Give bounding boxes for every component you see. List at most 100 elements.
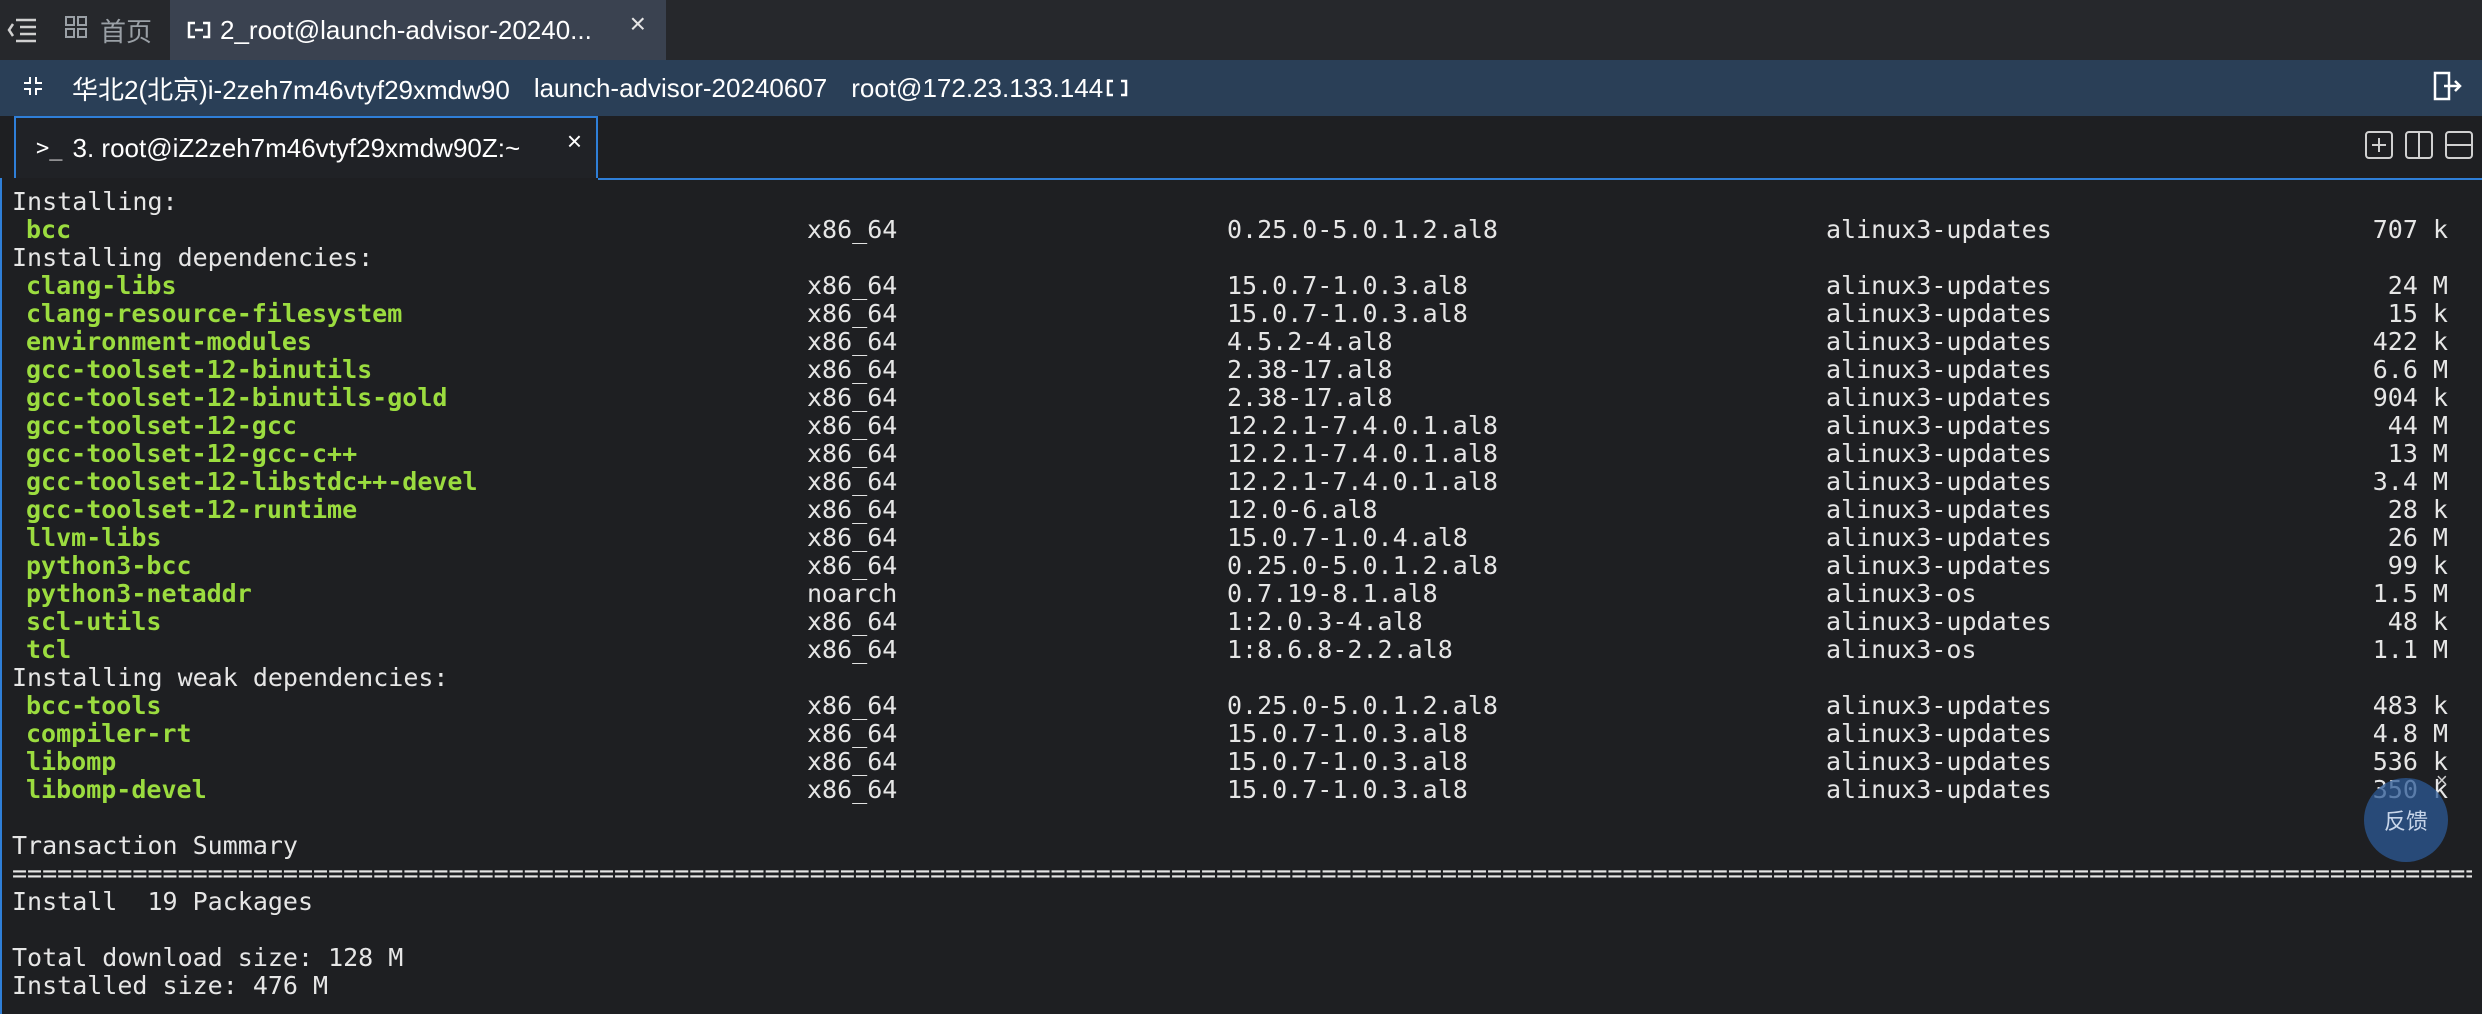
package-name: tcl	[26, 635, 72, 664]
package-row: gcc-toolset-12-gcc-c++ x86_64 12.2.1-7.4.0…	[12, 440, 2472, 468]
package-row: compiler-rt x86_64 15.0.7-1.0.3.al8 alinux3…	[12, 720, 2472, 748]
terminal-left-border	[0, 178, 2, 1014]
package-name: gcc-toolset-12-gcc	[26, 411, 297, 440]
close-terminal-icon[interactable]: ×	[567, 126, 582, 157]
package-row: gcc-toolset-12-gcc x86_64 12.2.1-7.4.0.1.a…	[12, 412, 2472, 440]
logout-icon[interactable]	[2432, 70, 2462, 107]
package-row: python3-netaddr noarch 0.7.19-8.1.al8 alinu…	[12, 580, 2472, 608]
region-instance-id: 华北2(北京)i-2zeh7m46vtyf29xmdw90	[72, 74, 510, 105]
package-row: libomp x86_64 15.0.7-1.0.3.al8 alinux3-upda…	[12, 748, 2472, 776]
package-arch: x86_64	[807, 607, 898, 636]
package-row: tcl x86_64 1:8.6.8-2.2.al8 alinux3-os 1.1 M	[12, 636, 2472, 664]
package-row: python3-bcc x86_64 0.25.0-5.0.1.2.al8 alinu…	[12, 552, 2472, 580]
package-arch: x86_64	[807, 495, 898, 524]
weak-dependencies-list: bcc-tools x86_64 0.25.0-5.0.1.2.al8 alinux3…	[12, 692, 2472, 804]
package-name: bcc	[26, 215, 72, 244]
package-version: 15.0.7-1.0.3.al8	[1227, 719, 1468, 748]
close-tab-icon[interactable]: ×	[630, 8, 646, 40]
package-repo: alinux3-updates	[1826, 215, 2052, 244]
package-size: 483 k	[2372, 691, 2448, 720]
package-row: gcc-toolset-12-binutils x86_64 2.38-17.al8…	[12, 356, 2472, 384]
installed-size: Installed size: 476 M	[12, 971, 329, 1000]
package-size: 26 M	[2387, 523, 2448, 552]
terminal-output[interactable]: Installing: bcc x86_64 0.25.0-5.0.1.2.al8 a…	[12, 188, 2472, 1014]
package-row: libomp-devel x86_64 15.0.7-1.0.3.al8 alinux…	[12, 776, 2472, 804]
package-size: 422 k	[2372, 327, 2448, 356]
package-arch: x86_64	[807, 215, 898, 244]
package-name: clang-resource-filesystem	[26, 299, 403, 328]
package-repo: alinux3-updates	[1826, 719, 2052, 748]
package-size: 28 k	[2387, 495, 2448, 524]
package-version: 15.0.7-1.0.3.al8	[1227, 299, 1468, 328]
package-version: 12.2.1-7.4.0.1.al8	[1227, 411, 1498, 440]
package-name: llvm-libs	[26, 523, 162, 552]
package-size: 15 k	[2387, 299, 2448, 328]
package-row: clang-resource-filesystem x86_64 15.0.7-1.…	[12, 300, 2472, 328]
install-count: Install 19 Packages	[12, 887, 314, 916]
package-repo: alinux3-updates	[1826, 747, 2052, 776]
package-version: 12.2.1-7.4.0.1.al8	[1227, 467, 1498, 496]
instance-name: launch-advisor-20240607	[533, 72, 828, 103]
tab-home[interactable]: 首页	[64, 0, 152, 60]
separator-line: ========================================…	[12, 860, 2472, 888]
package-version: 15.0.7-1.0.3.al8	[1227, 775, 1468, 804]
tab-session[interactable]: 2_root@launch-advisor-20240... ×	[170, 0, 666, 60]
package-name: bcc-tools	[26, 691, 162, 720]
package-repo: alinux3-updates	[1826, 411, 2052, 440]
package-arch: x86_64	[807, 327, 898, 356]
package-version: 2.38-17.al8	[1227, 383, 1393, 412]
grid-icon	[64, 15, 88, 46]
package-repo: alinux3-updates	[1826, 523, 2052, 552]
package-row: llvm-libs x86_64 15.0.7-1.0.4.al8 alinux3-u…	[12, 524, 2472, 552]
package-arch: x86_64	[807, 439, 898, 468]
package-name: python3-bcc	[26, 551, 192, 580]
package-version: 15.0.7-1.0.4.al8	[1227, 523, 1468, 552]
package-repo: alinux3-os	[1826, 635, 1977, 664]
package-name: libomp-devel	[26, 775, 207, 804]
package-repo: alinux3-updates	[1826, 691, 2052, 720]
package-version: 12.0-6.al8	[1227, 495, 1378, 524]
top-tab-bar: 首页 2_root@launch-advisor-20240... ×	[0, 0, 2482, 60]
split-vertical-icon[interactable]	[2404, 130, 2434, 160]
package-row: clang-libs x86_64 15.0.7-1.0.3.al8 alinux3-…	[12, 272, 2472, 300]
package-row: bcc-tools x86_64 0.25.0-5.0.1.2.al8 alinux3…	[12, 692, 2472, 720]
tab-terminal[interactable]: >_ 3. root@iZ2zeh7m46vtyf29xmdw90Z:~ ×	[14, 116, 598, 178]
package-arch: x86_64	[807, 719, 898, 748]
package-name: gcc-toolset-12-libstdc++-devel	[26, 467, 478, 496]
package-repo: alinux3-updates	[1826, 551, 2052, 580]
split-horizontal-icon[interactable]	[2444, 130, 2474, 160]
package-name: gcc-toolset-12-runtime	[26, 495, 358, 524]
package-arch: x86_64	[807, 411, 898, 440]
package-arch: x86_64	[807, 551, 898, 580]
package-row: gcc-toolset-12-libstdc++-devel x86_64 12.2…	[12, 468, 2472, 496]
package-row: environment-modules x86_64 4.5.2-4.al8 alin…	[12, 328, 2472, 356]
package-arch: x86_64	[807, 775, 898, 804]
new-terminal-icon[interactable]	[2364, 130, 2394, 160]
package-size: 48 k	[2387, 607, 2448, 636]
package-arch: x86_64	[807, 467, 898, 496]
close-feedback-icon[interactable]: ×	[2436, 770, 2448, 793]
feedback-label: 反馈	[2383, 809, 2428, 834]
package-arch: x86_64	[807, 271, 898, 300]
fullscreen-icon[interactable]	[22, 73, 44, 104]
package-repo: alinux3-updates	[1826, 271, 2052, 300]
package-name: python3-netaddr	[26, 579, 252, 608]
package-size: 904 k	[2372, 383, 2448, 412]
package-arch: noarch	[807, 579, 898, 608]
package-size: 3.4 M	[2372, 467, 2448, 496]
menu-list-icon[interactable]	[6, 14, 40, 46]
package-row: bcc x86_64 0.25.0-5.0.1.2.al8 alinux3-updat…	[12, 216, 2472, 244]
package-size: 707 k	[2372, 215, 2448, 244]
package-arch: x86_64	[807, 523, 898, 552]
package-repo: alinux3-updates	[1826, 495, 2052, 524]
home-tab-label: 首页	[100, 16, 153, 47]
package-version: 12.2.1-7.4.0.1.al8	[1227, 439, 1498, 468]
package-name: environment-modules	[26, 327, 312, 356]
package-size: 24 M	[2387, 271, 2448, 300]
connection-icon	[1105, 73, 1129, 104]
package-version: 1:2.0.3-4.al8	[1227, 607, 1423, 636]
package-arch: x86_64	[807, 635, 898, 664]
installing-header: Installing:	[12, 187, 178, 216]
